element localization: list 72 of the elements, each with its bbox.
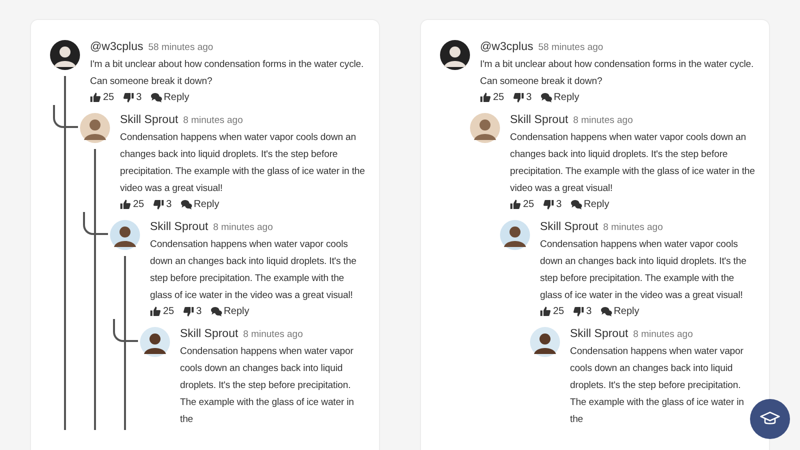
- floating-action-button[interactable]: [750, 399, 790, 439]
- avatar: [80, 113, 110, 143]
- comment-text: Condensation happens when water vapor cools down an changes back into liquid droplets. It's the step before precipitation. The example with the glass of ice water in the video was a great visual!: [150, 238, 358, 303]
- timestamp: 58 minutes ago: [538, 42, 604, 53]
- like-button[interactable]: 25: [90, 92, 114, 103]
- thumbs-up-icon: [120, 199, 131, 210]
- timestamp: 58 minutes ago: [148, 42, 214, 53]
- thumbs-down-icon: [543, 199, 554, 210]
- dislike-button[interactable]: 3: [543, 199, 562, 210]
- like-button[interactable]: 25: [120, 199, 144, 210]
- author-name[interactable]: @w3cplus: [90, 41, 144, 53]
- author-name[interactable]: Skill Sprout: [570, 328, 628, 340]
- like-button[interactable]: 25: [480, 92, 504, 103]
- speech-bubbles-icon: [180, 199, 192, 210]
- dislike-button[interactable]: 3: [153, 199, 172, 210]
- avatar: [470, 113, 500, 143]
- reply-button[interactable]: Reply: [600, 306, 640, 317]
- thumbs-down-icon: [513, 92, 524, 103]
- avatar: [530, 327, 560, 357]
- comment-text: I'm a bit unclear about how condensation forms in the water cycle. Can someone break it down?: [480, 58, 755, 89]
- speech-bubbles-icon: [540, 92, 552, 103]
- thumbs-up-icon: [480, 92, 491, 103]
- timestamp: 8 minutes ago: [243, 329, 303, 340]
- author-name[interactable]: @w3cplus: [480, 41, 534, 53]
- thumbs-down-icon: [183, 306, 194, 317]
- like-button[interactable]: 25: [150, 306, 174, 317]
- comment-text: Condensation happens when water vapor cools down an changes back into liquid droplets. It's the step before precipitation. The example with the glass of ice water in the video was a great visual!: [120, 131, 366, 196]
- avatar: [440, 40, 470, 70]
- comment-text: I'm a bit unclear about how condensation forms in the water cycle. Can someone break it down?: [90, 58, 365, 89]
- thread-connector: [83, 212, 108, 235]
- thumbs-up-icon: [150, 306, 161, 317]
- thumbs-down-icon: [153, 199, 164, 210]
- thumbs-up-icon: [510, 199, 521, 210]
- timestamp: 8 minutes ago: [633, 329, 693, 340]
- author-name[interactable]: Skill Sprout: [150, 221, 208, 233]
- thumbs-up-icon: [90, 92, 101, 103]
- dislike-button[interactable]: 3: [513, 92, 532, 103]
- thread-connector: [53, 105, 78, 128]
- timestamp: 8 minutes ago: [573, 115, 633, 126]
- author-name[interactable]: Skill Sprout: [510, 114, 568, 126]
- comment-text: Condensation happens when water vapor cools down an changes back into liquid droplets. It's the step before precipitation. The example with the glass of ice water in the video was a great visual!: [510, 131, 756, 196]
- timestamp: 8 minutes ago: [213, 222, 273, 233]
- speech-bubbles-icon: [210, 306, 222, 317]
- comment-text: Condensation happens when water vapor cools down an changes back into liquid droplets. It's the step before precipitation. The example with the glass of ice water in the video was a great visual!: [540, 238, 748, 303]
- avatar: [140, 327, 170, 357]
- author-name[interactable]: Skill Sprout: [120, 114, 178, 126]
- dislike-button[interactable]: 3: [573, 306, 592, 317]
- reply-button[interactable]: Reply: [150, 92, 190, 103]
- reply-button[interactable]: Reply: [210, 306, 250, 317]
- speech-bubbles-icon: [570, 199, 582, 210]
- speech-bubbles-icon: [600, 306, 612, 317]
- author-name[interactable]: Skill Sprout: [540, 221, 598, 233]
- dislike-button[interactable]: 3: [183, 306, 202, 317]
- dislike-button[interactable]: 3: [123, 92, 142, 103]
- avatar: [500, 220, 530, 250]
- thread-connector: [113, 319, 138, 342]
- thumbs-down-icon: [573, 306, 584, 317]
- avatar: [50, 40, 80, 70]
- reply-button[interactable]: Reply: [570, 199, 610, 210]
- like-button[interactable]: 25: [510, 199, 534, 210]
- timestamp: 8 minutes ago: [603, 222, 663, 233]
- speech-bubbles-icon: [150, 92, 162, 103]
- reply-button[interactable]: Reply: [540, 92, 580, 103]
- comment-text: Condensation happens when water vapor cools down an changes back into liquid droplets. It's the step before precipitation. The example with the glass of ice water in the: [180, 345, 355, 427]
- reply-button[interactable]: Reply: [180, 199, 220, 210]
- timestamp: 8 minutes ago: [183, 115, 243, 126]
- thumbs-down-icon: [123, 92, 134, 103]
- author-name[interactable]: Skill Sprout: [180, 328, 238, 340]
- avatar: [110, 220, 140, 250]
- comment-text: Condensation happens when water vapor cools down an changes back into liquid droplets. It's the step before precipitation. The example with the glass of ice water in the: [570, 345, 745, 427]
- like-button[interactable]: 25: [540, 306, 564, 317]
- thumbs-up-icon: [540, 306, 551, 317]
